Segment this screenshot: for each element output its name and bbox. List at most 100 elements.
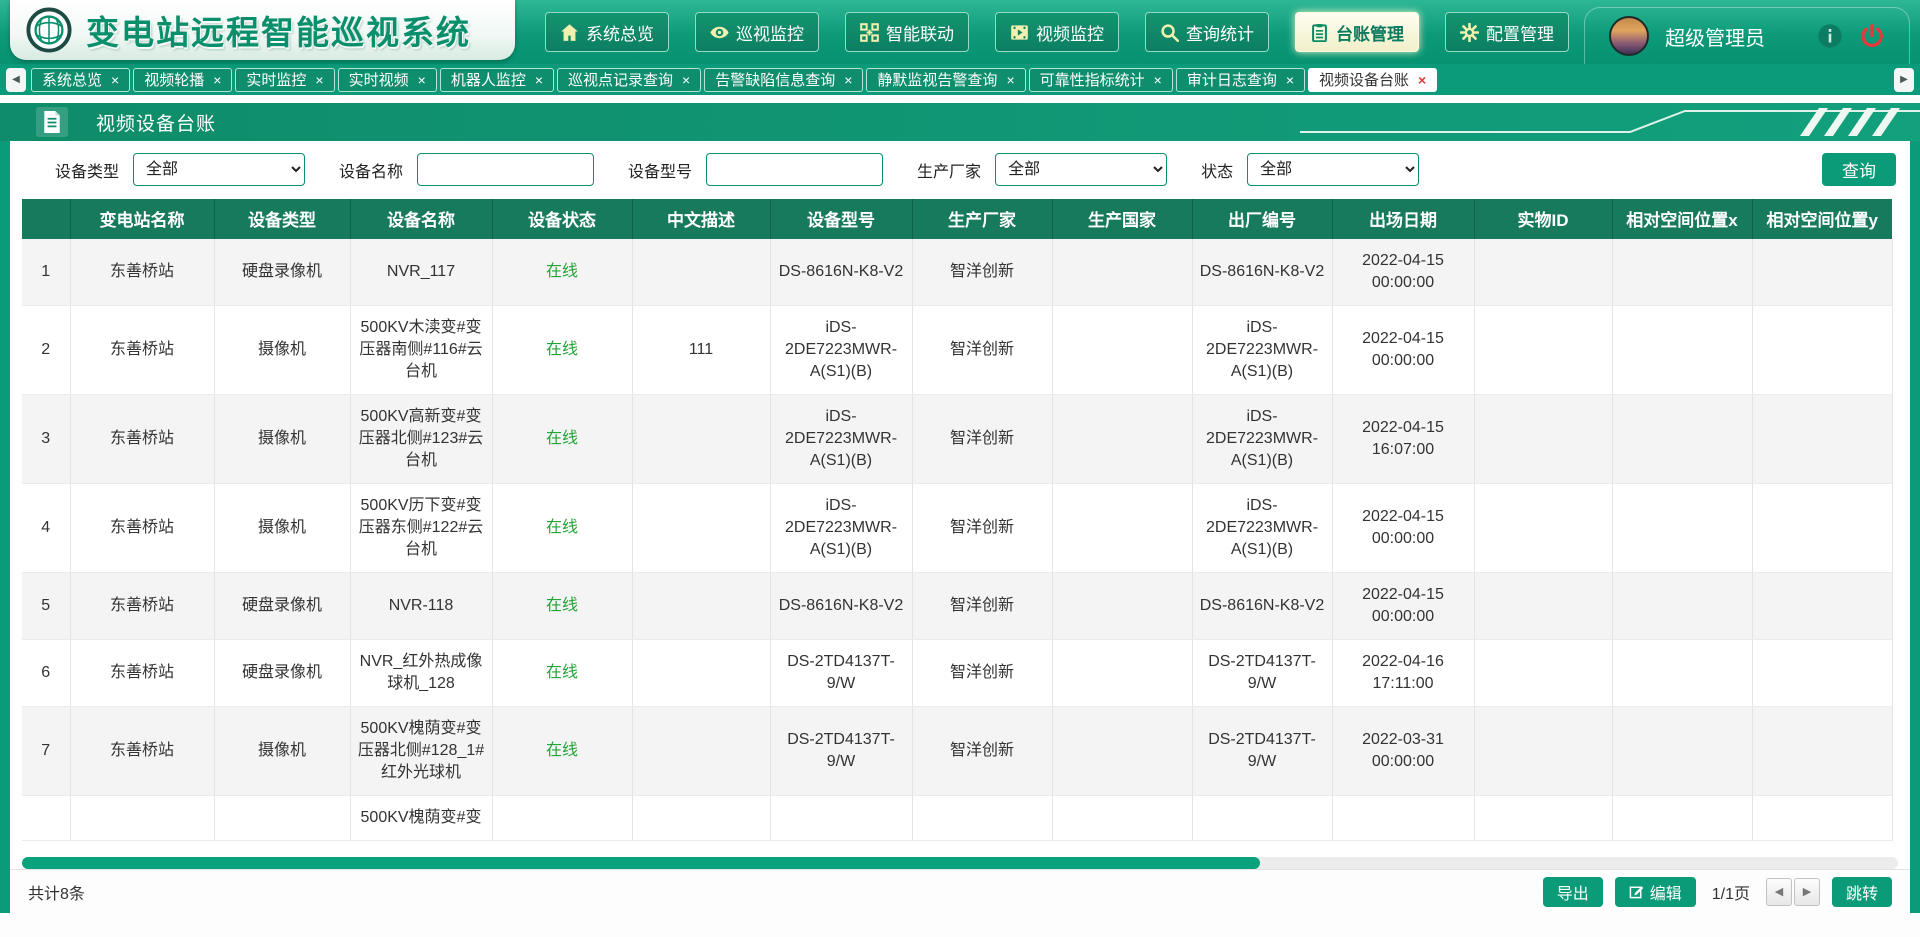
cell bbox=[632, 706, 770, 795]
cell: 1 bbox=[22, 239, 70, 306]
divider bbox=[0, 95, 1920, 103]
table-row[interactable]: 5东善桥站硬盘录像机NVR-118在线DS-8616N-K8-V2智洋创新DS-… bbox=[22, 572, 1892, 639]
export-button[interactable]: 导出 bbox=[1543, 877, 1603, 907]
search-button[interactable]: 查询 bbox=[1822, 153, 1896, 186]
tab-close-icon[interactable]: × bbox=[1418, 73, 1426, 87]
cell: 2022-04-15 00:00:00 bbox=[1332, 305, 1474, 394]
tab-patrol-records[interactable]: 巡视点记录查询× bbox=[557, 68, 701, 92]
nav-button-smart-linkage[interactable]: 智能联动 bbox=[845, 12, 969, 52]
tab-realtime-video[interactable]: 实时视频 × bbox=[338, 68, 437, 92]
horizontal-scrollbar[interactable] bbox=[22, 857, 1898, 869]
avatar[interactable] bbox=[1609, 16, 1649, 56]
status-select[interactable]: 全部 bbox=[1247, 153, 1419, 186]
edit-button[interactable]: 编辑 bbox=[1615, 877, 1696, 907]
tab-video-carousel[interactable]: 视频轮播× bbox=[133, 68, 232, 92]
power-logout-icon[interactable] bbox=[1859, 23, 1885, 49]
nav-button-patrol-monitor[interactable]: 巡视监控 bbox=[695, 12, 819, 52]
prev-page-icon[interactable]: ◀ bbox=[1766, 878, 1792, 906]
nav-button-query-stats[interactable]: 查询统计 bbox=[1145, 12, 1269, 52]
column-header: 出场日期 bbox=[1332, 199, 1474, 239]
cell bbox=[1474, 239, 1612, 306]
nav-button-config-mgmt[interactable]: 配置管理 bbox=[1445, 12, 1569, 52]
tab-audit-logs[interactable]: 审计日志查询× bbox=[1176, 68, 1305, 92]
content-area: 设备类型 全部 设备名称 设备型号 生产厂家 全部 状态 全部 查询 bbox=[0, 141, 1920, 913]
table-row[interactable]: 1东善桥站硬盘录像机NVR_117在线DS-8616N-K8-V2智洋创新DS-… bbox=[22, 239, 1892, 306]
eye-icon bbox=[710, 23, 729, 42]
cell: 摄像机 bbox=[214, 305, 350, 394]
cell: iDS-2DE7223MWR-A(S1)(B) bbox=[1192, 394, 1332, 483]
device-name-input[interactable] bbox=[417, 153, 594, 186]
nav-label: 智能联动 bbox=[886, 20, 954, 45]
cell bbox=[1052, 394, 1192, 483]
cell bbox=[1612, 483, 1752, 572]
tab-label: 实时视频 bbox=[349, 69, 409, 90]
tab-scroll-left-icon[interactable]: ◀ bbox=[6, 68, 26, 92]
tab-robot-monitor[interactable]: 机器人监控× bbox=[440, 68, 554, 92]
cell: 智洋创新 bbox=[912, 483, 1052, 572]
cell bbox=[1052, 706, 1192, 795]
cell: 摄像机 bbox=[214, 394, 350, 483]
cell: 硬盘录像机 bbox=[214, 239, 350, 306]
nav-button-video-monitor[interactable]: 视频监控 bbox=[995, 12, 1119, 52]
cell: 硬盘录像机 bbox=[214, 639, 350, 706]
tab-realtime-monitor[interactable]: 实时监控 × bbox=[235, 68, 334, 92]
cell bbox=[492, 795, 632, 840]
tab-close-icon[interactable]: × bbox=[535, 73, 543, 87]
tab-close-icon[interactable]: × bbox=[315, 73, 323, 87]
column-header: 设备型号 bbox=[770, 199, 912, 239]
cell bbox=[1612, 305, 1752, 394]
tab-video-device-ledger[interactable]: 视频设备台账× bbox=[1308, 68, 1437, 92]
cell: 在线 bbox=[492, 706, 632, 795]
cell: iDS-2DE7223MWR-A(S1)(B) bbox=[770, 394, 912, 483]
cell: NVR_117 bbox=[350, 239, 492, 306]
tab-close-icon[interactable]: × bbox=[1286, 73, 1294, 87]
table-row[interactable]: 6东善桥站硬盘录像机NVR_红外热成像球机_128在线DS-2TD4137T-9… bbox=[22, 639, 1892, 706]
table-row[interactable]: 7东善桥站摄像机500KV槐荫变#变压器北侧#128_1#红外光球机在线DS-2… bbox=[22, 706, 1892, 795]
tab-system-overview[interactable]: 系统总览× bbox=[31, 68, 130, 92]
nav-button-system-overview[interactable]: 系统总览 bbox=[545, 12, 669, 52]
tab-silent-alarms[interactable]: 静默监视告警查询× bbox=[866, 68, 1025, 92]
cell bbox=[1612, 239, 1752, 306]
nav-button-ledger-mgmt[interactable]: 台账管理 bbox=[1295, 12, 1419, 52]
column-header: 设备名称 bbox=[350, 199, 492, 239]
filter-bar: 设备类型 全部 设备名称 设备型号 生产厂家 全部 状态 全部 查询 bbox=[10, 141, 1910, 199]
cell bbox=[1052, 239, 1192, 306]
column-header: 变电站名称 bbox=[70, 199, 214, 239]
cell bbox=[1752, 572, 1892, 639]
cell: 东善桥站 bbox=[70, 572, 214, 639]
cell bbox=[1612, 706, 1752, 795]
cell: iDS-2DE7223MWR-A(S1)(B) bbox=[1192, 305, 1332, 394]
tab-scroll-right-icon[interactable]: ▶ bbox=[1894, 68, 1914, 92]
table-row[interactable]: 3东善桥站摄像机500KV高新变#变压器北侧#123#云台机在线iDS-2DE7… bbox=[22, 394, 1892, 483]
table-row[interactable]: 4东善桥站摄像机500KV历下变#变压器东侧#122#云台机在线iDS-2DE7… bbox=[22, 483, 1892, 572]
info-icon[interactable] bbox=[1817, 23, 1843, 49]
cell bbox=[1052, 639, 1192, 706]
tab-close-icon[interactable]: × bbox=[1154, 73, 1162, 87]
device-model-input[interactable] bbox=[706, 153, 883, 186]
column-header: 相对空间位置y bbox=[1752, 199, 1892, 239]
tab-close-icon[interactable]: × bbox=[111, 73, 119, 87]
nav-label: 系统总览 bbox=[586, 20, 654, 45]
scrollbar-thumb[interactable] bbox=[22, 857, 1260, 869]
cell: 在线 bbox=[492, 239, 632, 306]
table-row[interactable]: 2东善桥站摄像机500KV木渎变#变压器南侧#116#云台机在线111iDS-2… bbox=[22, 305, 1892, 394]
cell: 摄像机 bbox=[214, 483, 350, 572]
tab-close-icon[interactable]: × bbox=[682, 73, 690, 87]
nav-label: 台账管理 bbox=[1336, 20, 1404, 45]
manufacturer-select[interactable]: 全部 bbox=[995, 153, 1167, 186]
column-header: 中文描述 bbox=[632, 199, 770, 239]
cell: 在线 bbox=[492, 639, 632, 706]
tab-label: 实时监控 bbox=[246, 69, 306, 90]
jump-button[interactable]: 跳转 bbox=[1832, 877, 1892, 907]
tab-close-icon[interactable]: × bbox=[1006, 73, 1014, 87]
tab-alarm-defects[interactable]: 告警缺陷信息查询× bbox=[704, 68, 863, 92]
tab-close-icon[interactable]: × bbox=[844, 73, 852, 87]
table-row[interactable]: 500KV槐荫变#变 bbox=[22, 795, 1892, 840]
tab-reliability-stats[interactable]: 可靠性指标统计× bbox=[1029, 68, 1173, 92]
next-page-icon[interactable]: ▶ bbox=[1794, 878, 1820, 906]
tab-close-icon[interactable]: × bbox=[418, 73, 426, 87]
cell bbox=[1474, 305, 1612, 394]
device-type-select[interactable]: 全部 bbox=[133, 153, 305, 186]
tab-close-icon[interactable]: × bbox=[213, 73, 221, 87]
column-header: 相对空间位置x bbox=[1612, 199, 1752, 239]
